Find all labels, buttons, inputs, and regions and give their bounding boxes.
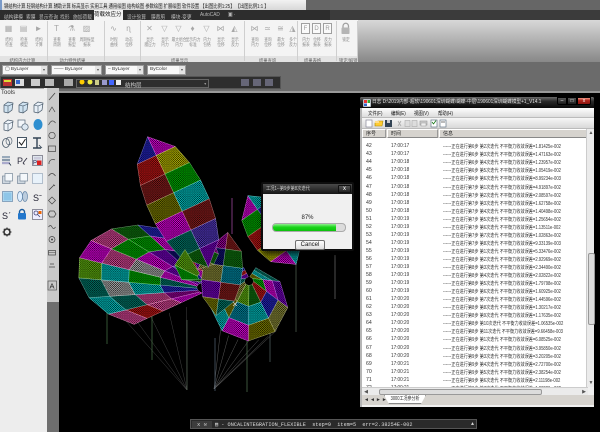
svg-text:P: P <box>17 156 23 166</box>
svg-text:A: A <box>50 282 55 291</box>
svg-text:P: P <box>33 161 37 167</box>
svg-text:Sˊ: Sˊ <box>2 211 11 221</box>
svg-text:Sˉ: Sˉ <box>33 193 42 203</box>
